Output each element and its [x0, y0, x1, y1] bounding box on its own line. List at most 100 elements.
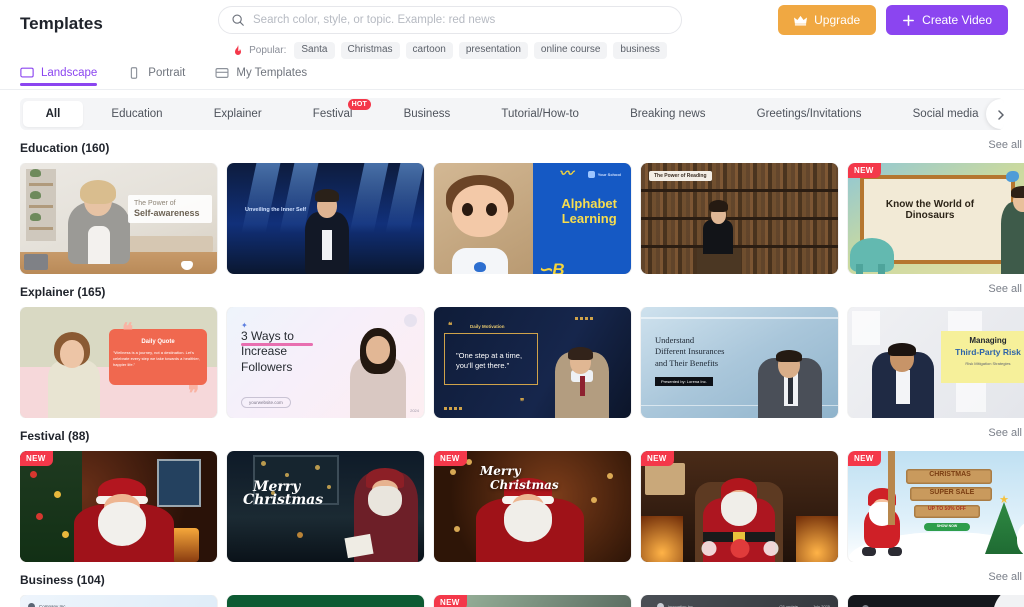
popular-tag[interactable]: cartoon — [405, 42, 453, 59]
template-card[interactable]: Company Inc. — [20, 595, 217, 607]
category-education[interactable]: Education — [89, 101, 185, 127]
search-input[interactable] — [253, 14, 669, 26]
category-business[interactable]: Business — [381, 101, 473, 127]
card-art-text: The Power of — [134, 200, 176, 207]
template-card[interactable]: NEW Merry Christmas — [434, 451, 631, 562]
hangup-icon[interactable] — [730, 539, 749, 558]
card-art-text: Christmas — [243, 492, 324, 508]
category-festival[interactable]: Festival HOT — [290, 99, 375, 127]
template-card[interactable]: Merry Christmas — [227, 451, 424, 562]
tab-my-templates-label: My Templates — [236, 66, 308, 79]
category-festival-label: Festival — [312, 108, 353, 120]
popular-tag[interactable]: online course — [533, 42, 608, 59]
new-badge: NEW — [434, 595, 467, 607]
template-row: NEW Merry Christmas NEW Merry Christmas … — [20, 451, 1024, 562]
view-tabs: Landscape Portrait My Templates — [0, 56, 1024, 89]
header-actions: Upgrade Create Video — [778, 5, 1008, 35]
card-art-text: UP TO 50% OFF — [928, 506, 966, 512]
company-logo-icon — [28, 603, 35, 607]
app-header: Templates Popular: Santa Christmas carto… — [0, 0, 1024, 59]
template-card[interactable]: Unveiling the Inner Self — [227, 163, 424, 274]
card-art-text: Alphabet — [561, 196, 617, 211]
category-social-media[interactable]: Social media — [890, 101, 1001, 127]
card-art-text: you'll get there." — [456, 361, 510, 371]
see-all-link[interactable]: See all — [988, 571, 1022, 583]
see-all-link[interactable]: See all — [988, 427, 1022, 439]
popular-tag[interactable]: Santa — [294, 42, 335, 59]
mute-icon[interactable] — [701, 541, 716, 556]
hot-badge: HOT — [347, 99, 371, 110]
plus-icon — [902, 14, 915, 27]
template-card[interactable]: The Power of Self-awareness — [20, 163, 217, 274]
popular-tag[interactable]: presentation — [458, 42, 528, 59]
new-badge: NEW — [434, 451, 467, 466]
card-art-text: and Their Benefits — [655, 357, 719, 368]
card-art-text: SHOW NOW — [924, 523, 970, 531]
template-card[interactable]: NEW — [434, 595, 631, 607]
template-card[interactable]: 〰 ∽Β Your School Alphabet Learning — [434, 163, 631, 274]
crown-icon — [794, 14, 808, 27]
camera-icon[interactable] — [763, 541, 778, 556]
card-art-text: Daily Quote — [141, 339, 175, 345]
card-art-text: "One step at a time, — [456, 351, 523, 360]
template-card[interactable]: Innovation Inc. 2025 Client — [848, 595, 1024, 607]
template-card[interactable]: NEW Know the World of Dinosaurs — [848, 163, 1024, 274]
card-art-text: Followers — [241, 359, 293, 374]
category-breaking-news[interactable]: Breaking news — [608, 101, 729, 127]
thumbnail-art: Unveiling the Inner Self — [227, 163, 424, 274]
template-row: ❝ ❞ Daily Quote "Wellness is a journey, … — [20, 307, 1024, 418]
card-art-text: Managing — [969, 336, 1007, 345]
category-explainer[interactable]: Explainer — [191, 101, 284, 127]
template-card[interactable]: Innovation Inc. Q3 update July 2025 SALE… — [641, 595, 838, 607]
popular-label: Popular: — [249, 45, 287, 56]
phone-icon — [127, 66, 141, 80]
card-art-text: Unveiling the Inner Self — [245, 207, 307, 213]
category-filter-bar: All Education Explainer Festival HOT Bus… — [20, 98, 1004, 130]
template-card[interactable]: Presented by: Lorena Inc. Understand Dif… — [641, 307, 838, 418]
section-festival: Festival (88) See all NEW Merry Christma… — [0, 418, 1024, 562]
chevron-right-icon — [995, 108, 1004, 120]
card-art-text: Learning — [561, 210, 617, 226]
popular-tag[interactable]: Christmas — [340, 42, 400, 59]
card-art-text: SUPER SALE — [929, 489, 975, 496]
template-card[interactable]: ❝ ❞ Daily Quote "Wellness is a journey, … — [20, 307, 217, 418]
see-all-link[interactable]: See all — [988, 139, 1022, 151]
tab-portrait[interactable]: Portrait — [127, 66, 185, 86]
thumbnail-art: The Power of Reading — [641, 163, 838, 274]
category-tutorial-howto[interactable]: Tutorial/How-to — [479, 101, 602, 127]
card-art-text: Daily Motivation — [470, 324, 505, 329]
card-art-text: Increase — [241, 344, 288, 359]
card-art-text: The Power of Reading — [649, 171, 712, 181]
card-art-text: "Wellness is a journey, not a destinatio… — [113, 349, 200, 367]
new-badge: NEW — [20, 451, 53, 466]
tab-my-templates[interactable]: My Templates — [215, 66, 307, 86]
upgrade-button[interactable]: Upgrade — [778, 5, 877, 35]
category-all[interactable]: All — [23, 101, 83, 127]
template-row: The Power of Self-awareness Unveiling th… — [20, 163, 1024, 274]
search-box[interactable] — [218, 6, 682, 34]
template-card[interactable]: Managing Third-Party Risk Risk Mitigatio… — [848, 307, 1024, 418]
card-art-text: Self-awareness — [134, 207, 200, 218]
template-card[interactable]: ❝ ❞ Daily Motivation "One step at a time… — [434, 307, 631, 418]
section-header: Explainer (165) See all — [20, 274, 1024, 307]
template-card[interactable]: Secret Holiday Surprise — [227, 595, 424, 607]
template-card[interactable]: NEW ★ CHRISTMAS SUPER SALE UP TO 50% OFF… — [848, 451, 1024, 562]
page-title: Templates — [20, 14, 103, 33]
card-art-text: Christmas — [490, 478, 559, 492]
popular-tag[interactable]: business — [613, 42, 667, 59]
call-controls[interactable] — [701, 539, 778, 558]
section-business: Business (104) See all Company Inc. Secr… — [0, 562, 1024, 607]
upgrade-label: Upgrade — [814, 13, 861, 27]
template-card[interactable]: ✦ yourwebsite.com 2024 3 Ways to Increas… — [227, 307, 424, 418]
thumbnail-art — [20, 451, 217, 562]
template-card[interactable]: NEW — [20, 451, 217, 562]
see-all-link[interactable]: See all — [988, 283, 1022, 295]
section-header: Festival (88) See all — [20, 418, 1024, 451]
category-greetings-invitations[interactable]: Greetings/Invitations — [734, 101, 884, 127]
card-art-text: Know the World of — [885, 199, 975, 210]
template-card[interactable]: The Power of Reading — [641, 163, 838, 274]
tab-landscape[interactable]: Landscape — [20, 66, 98, 86]
card-art-text: Understand — [655, 335, 695, 345]
template-card[interactable]: NEW — [641, 451, 838, 562]
create-video-button[interactable]: Create Video — [886, 5, 1008, 35]
